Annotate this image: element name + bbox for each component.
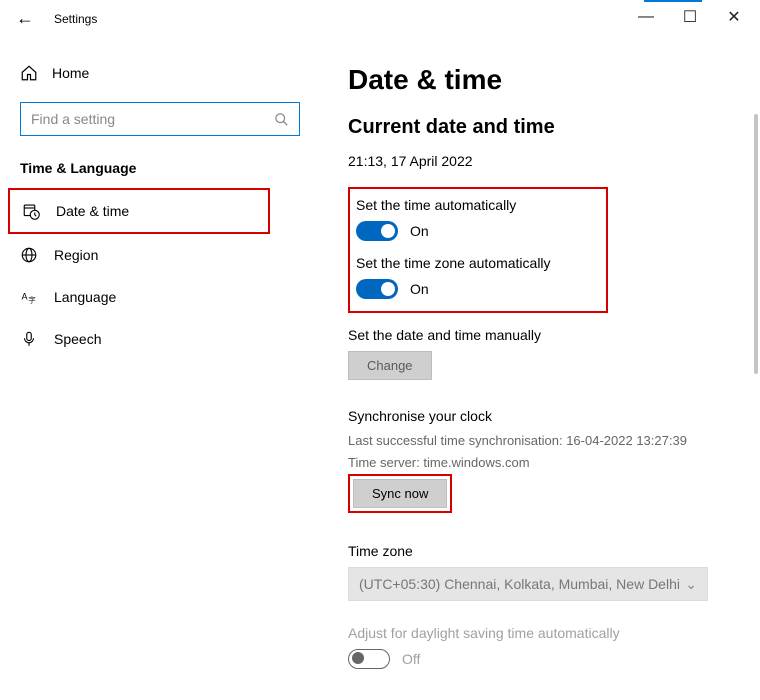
- back-icon[interactable]: ←: [16, 8, 34, 29]
- page-title: Date & time: [348, 64, 748, 96]
- section-current-datetime: Current date and time: [348, 116, 748, 139]
- sync-header: Synchronise your clock: [348, 408, 748, 424]
- sidebar-home-label: Home: [52, 65, 89, 81]
- clock-calendar-icon: [22, 202, 40, 220]
- accent-strip: [644, 0, 702, 2]
- change-button[interactable]: Change: [348, 351, 432, 380]
- dst-state: Off: [402, 651, 420, 667]
- sidebar-category: Time & Language: [0, 154, 320, 188]
- window-maximize-button[interactable]: ☐: [668, 2, 712, 32]
- search-icon: [274, 112, 289, 127]
- manual-datetime-label: Set the date and time manually: [348, 327, 748, 343]
- timezone-value: (UTC+05:30) Chennai, Kolkata, Mumbai, Ne…: [359, 576, 680, 592]
- svg-text:A: A: [22, 291, 28, 301]
- highlight-box-auto-toggles: Set the time automatically On Set the ti…: [348, 187, 608, 313]
- sidebar-item-speech[interactable]: Speech: [0, 318, 320, 360]
- sidebar-item-region[interactable]: Region: [0, 234, 320, 276]
- auto-time-state: On: [410, 223, 429, 239]
- window-minimize-button[interactable]: —: [624, 2, 668, 32]
- sidebar-item-language[interactable]: A字 Language: [0, 276, 320, 318]
- timezone-header: Time zone: [348, 543, 748, 559]
- microphone-icon: [20, 330, 38, 348]
- scrollbar-thumb[interactable]: [754, 114, 758, 374]
- highlight-box-date-time: Date & time: [8, 188, 270, 234]
- sidebar-item-label: Language: [54, 289, 116, 305]
- sidebar-item-label: Date & time: [56, 203, 129, 219]
- timezone-dropdown[interactable]: (UTC+05:30) Chennai, Kolkata, Mumbai, Ne…: [348, 567, 708, 601]
- sidebar: Home Time & Language Date & time Region …: [0, 34, 320, 700]
- auto-time-toggle[interactable]: [356, 221, 398, 241]
- search-box[interactable]: [20, 102, 300, 136]
- dst-toggle[interactable]: [348, 649, 390, 669]
- sync-server-text: Time server: time.windows.com: [348, 454, 748, 472]
- sidebar-item-label: Region: [54, 247, 98, 263]
- auto-timezone-label: Set the time zone automatically: [356, 255, 594, 271]
- auto-timezone-state: On: [410, 281, 429, 297]
- app-title: Settings: [54, 12, 97, 26]
- search-input[interactable]: [31, 111, 274, 127]
- home-icon: [20, 64, 38, 82]
- current-datetime-value: 21:13, 17 April 2022: [348, 153, 748, 169]
- highlight-box-sync: Sync now: [348, 474, 452, 513]
- auto-timezone-toggle[interactable]: [356, 279, 398, 299]
- sidebar-item-date-time[interactable]: Date & time: [10, 190, 268, 232]
- sync-last-text: Last successful time synchronisation: 16…: [348, 432, 748, 450]
- main-panel: Date & time Current date and time 21:13,…: [320, 34, 760, 700]
- sidebar-home[interactable]: Home: [0, 54, 320, 92]
- titlebar: — ☐ ✕: [0, 0, 760, 34]
- globe-icon: [20, 246, 38, 264]
- sidebar-item-label: Speech: [54, 331, 101, 347]
- dst-label: Adjust for daylight saving time automati…: [348, 625, 748, 641]
- window-close-button[interactable]: ✕: [712, 2, 756, 32]
- sync-now-button[interactable]: Sync now: [353, 479, 447, 508]
- auto-time-label: Set the time automatically: [356, 197, 594, 213]
- svg-text:字: 字: [28, 294, 36, 304]
- chevron-down-icon: ⌄: [685, 576, 697, 593]
- language-icon: A字: [20, 288, 38, 306]
